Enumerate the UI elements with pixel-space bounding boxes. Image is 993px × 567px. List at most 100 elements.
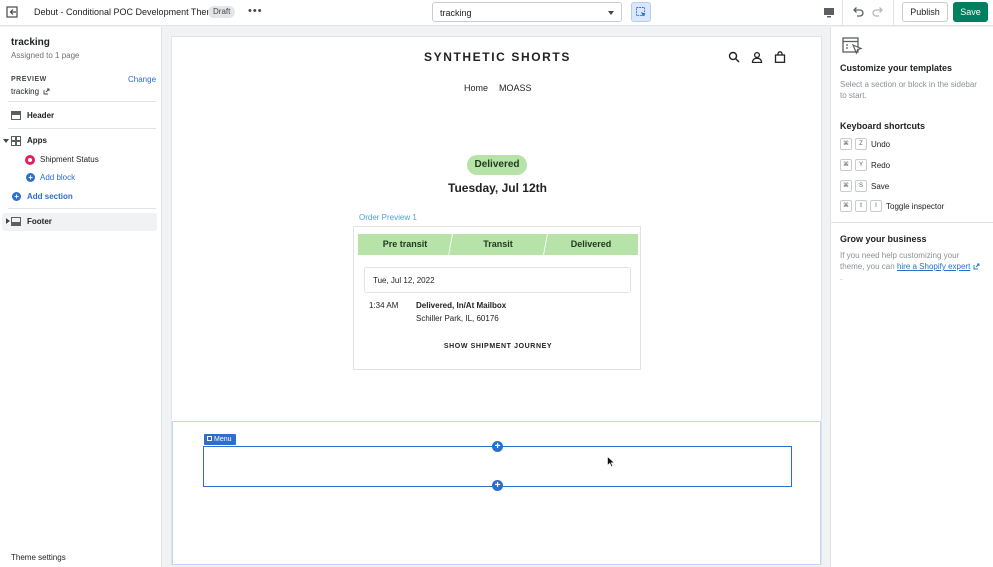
save-button[interactable]: Save xyxy=(953,2,988,22)
assigned-count: Assigned to 1 page xyxy=(11,51,80,60)
key-command: ⌘ xyxy=(840,180,852,192)
more-actions-button[interactable]: ••• xyxy=(248,5,263,17)
shortcut-label: Save xyxy=(871,181,890,191)
exit-icon[interactable] xyxy=(6,6,18,18)
step-delivered: Delivered xyxy=(544,234,638,255)
template-cursor-icon xyxy=(842,37,863,55)
key-shift: ⇧ xyxy=(855,200,867,212)
add-section-button[interactable]: + Add section xyxy=(0,188,156,206)
section-header[interactable]: Header xyxy=(0,107,156,125)
grow-end: . xyxy=(840,273,843,282)
block-shipment-status-label: Shipment Status xyxy=(40,155,99,164)
grow-title: Grow your business xyxy=(840,234,927,244)
mouse-cursor-icon xyxy=(607,456,615,468)
section-apps-label: Apps xyxy=(27,136,47,145)
search-icon[interactable] xyxy=(728,51,740,63)
inspector-sidebar: Customize your templates Select a sectio… xyxy=(830,27,993,567)
apps-icon xyxy=(11,136,21,146)
key-command: ⌘ xyxy=(840,159,852,171)
nav-link-home[interactable]: Home xyxy=(464,83,488,93)
key-command: ⌘ xyxy=(840,138,852,150)
divider xyxy=(893,0,894,26)
add-icon: + xyxy=(12,192,21,201)
shortcut-toggle-inspector: ⌘ ⇧ I Toggle inspector xyxy=(840,200,944,214)
grow-description: If you need help customizing your theme,… xyxy=(840,250,980,283)
menu-tag-label: Menu xyxy=(214,436,232,443)
theme-settings-link[interactable]: Theme settings xyxy=(11,553,66,562)
add-block-label: Add block xyxy=(40,173,76,182)
divider xyxy=(8,208,156,209)
block-shipment-status[interactable]: Shipment Status xyxy=(0,151,156,169)
redo-icon[interactable] xyxy=(871,5,885,19)
preview-link[interactable]: tracking xyxy=(11,87,50,96)
preview-value: tracking xyxy=(11,87,40,96)
divider xyxy=(842,0,843,26)
footer-section-icon xyxy=(11,217,21,226)
shortcut-redo: ⌘ Y Redo xyxy=(840,159,890,173)
order-preview-label: Order Preview 1 xyxy=(359,213,417,222)
add-block-button[interactable]: + Add block xyxy=(0,169,156,187)
key-command: ⌘ xyxy=(840,200,852,212)
header-section-icon xyxy=(11,111,21,120)
section-footer[interactable]: Footer xyxy=(2,213,157,231)
add-section-label: Add section xyxy=(27,192,73,201)
tracking-widget[interactable]: Pre transit Transit Delivered Tue, Jul 1… xyxy=(353,226,641,370)
divider xyxy=(8,128,156,129)
customize-description: Select a section or block in the sidebar… xyxy=(840,80,977,100)
external-link-icon xyxy=(973,263,979,270)
step-transit: Transit xyxy=(449,234,547,255)
shortcut-label: Undo xyxy=(871,139,891,149)
inspector-toggle-button[interactable] xyxy=(631,2,651,22)
publish-button[interactable]: Publish xyxy=(902,2,948,22)
event-time: 1:34 AM xyxy=(369,301,399,310)
shortcuts-title: Keyboard shortcuts xyxy=(840,121,926,131)
event-location: Schiller Park, IL, 60176 xyxy=(416,314,499,323)
storefront-preview: SYNTHETIC SHORTS Home MOASS Delivered Tu… xyxy=(171,36,822,565)
customize-title: Customize your templates xyxy=(840,63,953,73)
shortcut-label: Redo xyxy=(871,160,891,170)
shortcut-undo: ⌘ Z Undo xyxy=(840,138,890,152)
change-preview-link[interactable]: Change xyxy=(128,75,156,84)
section-apps[interactable]: Apps xyxy=(0,132,156,150)
key-s: S xyxy=(855,180,867,192)
status-badge: Draft xyxy=(208,6,236,18)
add-block-below-button[interactable]: + xyxy=(492,480,503,491)
menu-block-tag[interactable]: Menu xyxy=(204,434,236,445)
divider xyxy=(831,222,993,223)
delivery-date: Tuesday, Jul 12th xyxy=(448,181,547,195)
account-icon[interactable] xyxy=(751,51,763,63)
top-bar: Debut - Conditional POC Development Them… xyxy=(0,0,993,26)
template-select-value: tracking xyxy=(440,8,472,18)
step-pre-transit: Pre transit xyxy=(358,234,452,255)
store-name[interactable]: SYNTHETIC SHORTS xyxy=(172,50,823,64)
hire-expert-link[interactable]: hire a Shopify expert xyxy=(897,262,970,271)
progress-steps: Pre transit Transit Delivered xyxy=(358,234,638,255)
footer-section-outline[interactable]: Menu + + xyxy=(172,421,821,565)
cart-icon[interactable] xyxy=(774,51,786,63)
desktop-icon[interactable] xyxy=(822,5,836,19)
add-block-above-button[interactable]: + xyxy=(492,441,503,452)
add-icon: + xyxy=(26,173,35,182)
expand-icon[interactable] xyxy=(6,218,10,224)
block-icon xyxy=(207,436,212,441)
shortcut-label: Toggle inspector xyxy=(886,201,945,211)
template-select[interactable]: tracking xyxy=(432,2,622,22)
shortcut-save: ⌘ S Save xyxy=(840,180,889,194)
key-y: Y xyxy=(855,159,867,171)
nav-link-moass[interactable]: MOASS xyxy=(499,83,532,93)
divider xyxy=(8,101,156,102)
show-shipment-journey-link[interactable]: SHOW SHIPMENT JOURNEY xyxy=(354,343,642,350)
theme-name: Debut - Conditional POC Development Them… xyxy=(34,7,219,17)
page-title: tracking xyxy=(11,37,50,48)
undo-icon[interactable] xyxy=(851,5,865,19)
section-footer-label: Footer xyxy=(27,217,52,226)
key-z: Z xyxy=(855,138,867,150)
external-link-icon xyxy=(43,88,50,95)
chevron-down-icon xyxy=(608,11,614,15)
collapse-icon[interactable] xyxy=(3,139,9,143)
shipment-status-app-icon xyxy=(25,155,35,165)
status-badge: Delivered xyxy=(467,155,527,175)
preview-label: PREVIEW xyxy=(11,76,47,83)
key-i: I xyxy=(870,200,882,212)
sections-sidebar: tracking Assigned to 1 page PREVIEW Chan… xyxy=(0,27,162,567)
